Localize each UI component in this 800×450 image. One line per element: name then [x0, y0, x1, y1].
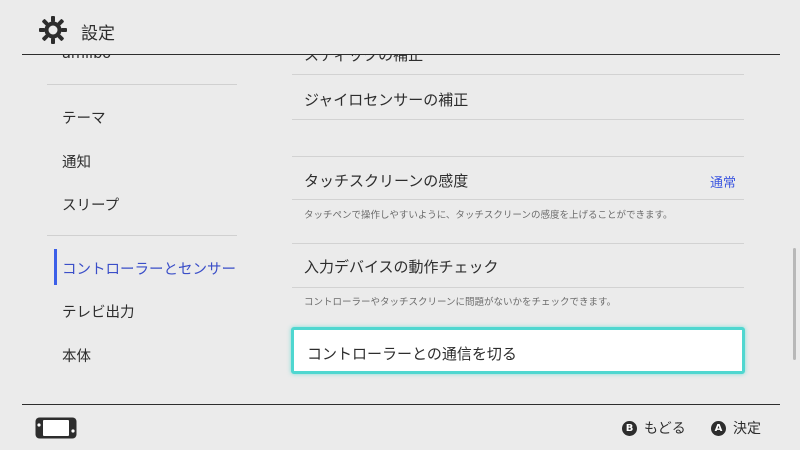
a-button-icon: A: [711, 420, 726, 436]
row-stick-calibration[interactable]: スティックの補正: [304, 55, 423, 65]
sidebar-item-controllers-sensors[interactable]: コントローラーとセンサー: [62, 258, 236, 279]
confirm-label: 決定: [733, 421, 761, 437]
confirm-hint[interactable]: A 決定: [711, 418, 761, 438]
sidebar: amiibo テーマ 通知 スリープ コントローラーとセンサー テレビ出力 本体: [0, 55, 256, 404]
back-label: もどる: [644, 421, 686, 437]
disconnect-controllers-label: コントローラーとの通信を切る: [307, 345, 517, 363]
header: 設定: [0, 0, 800, 54]
row-gyro-calibration[interactable]: ジャイロセンサーの補正: [304, 89, 468, 110]
sidebar-divider: [47, 84, 237, 85]
sidebar-item-system[interactable]: 本体: [62, 345, 91, 366]
gear-icon: [39, 16, 67, 44]
row-divider: [292, 156, 744, 157]
row-divider: [292, 74, 744, 75]
row-touchscreen-sensitivity[interactable]: タッチスクリーンの感度: [304, 170, 468, 191]
back-hint[interactable]: B もどる: [622, 418, 686, 438]
selected-indicator: [54, 249, 57, 285]
sidebar-divider: [47, 235, 237, 236]
switch-console-icon: [35, 417, 77, 439]
row-disconnect-controllers[interactable]: コントローラーとの通信を切る: [291, 327, 745, 374]
sidebar-item-theme[interactable]: テーマ: [62, 107, 106, 128]
sidebar-item-tv-output[interactable]: テレビ出力: [62, 301, 135, 322]
touchscreen-sensitivity-value: 通常: [709, 176, 736, 191]
sidebar-item-sleep[interactable]: スリープ: [62, 194, 119, 215]
sidebar-item-amiibo[interactable]: amiibo: [62, 55, 111, 62]
footer: B もどる A 決定: [0, 405, 800, 450]
touchscreen-sensitivity-description: タッチペンで操作しやすいように、タッチスクリーンの感度を上げることができます。: [304, 210, 673, 221]
settings-content: スティックの補正 ジャイロセンサーの補正 タッチスクリーンの感度 通常 タッチペ…: [256, 55, 800, 404]
page-title: 設定: [81, 24, 115, 44]
b-button-icon: B: [622, 420, 637, 436]
row-divider: [292, 243, 744, 244]
row-divider: [292, 287, 744, 288]
sidebar-item-notifications[interactable]: 通知: [62, 151, 91, 172]
row-divider: [292, 119, 744, 120]
input-device-check-description: コントローラーやタッチスクリーンに問題がないかをチェックできます。: [304, 297, 617, 308]
row-input-device-check[interactable]: 入力デバイスの動作チェック: [304, 256, 499, 277]
row-divider: [292, 199, 744, 200]
scrollbar[interactable]: [793, 248, 796, 360]
